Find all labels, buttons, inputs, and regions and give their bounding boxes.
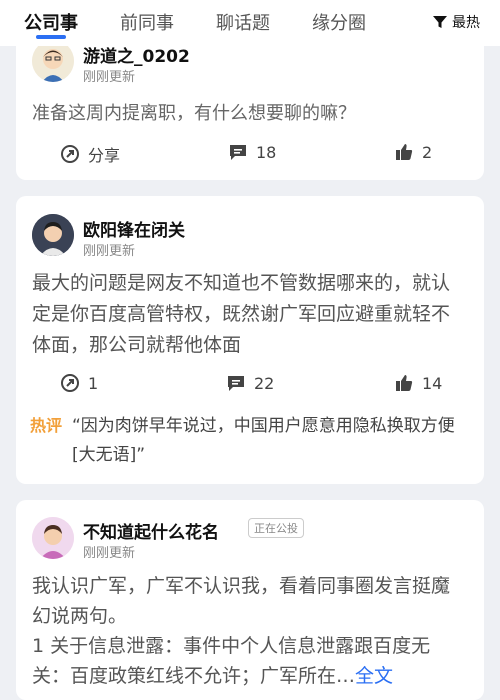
- hot-comment-label: 热评: [30, 416, 63, 435]
- thumbs-up-icon: [396, 375, 413, 391]
- post-content[interactable]: 我认识广军，广军不认识我，看着同事圈发言挺魔幻说两句。 1 关于信息泄露：事件中…: [32, 571, 468, 691]
- post-card[interactable]: 欧阳锋在闭关 刚刚更新 最大的问题是网友不知道也不管数据哪来的，就认定是你百度高…: [16, 196, 484, 484]
- post-username[interactable]: 欧阳锋在闭关: [83, 216, 185, 241]
- post-username[interactable]: 不知道起什么花名: [83, 518, 219, 543]
- comment-icon: [228, 376, 244, 391]
- tab-fate-circle[interactable]: 缘分圈: [312, 9, 366, 35]
- avatar[interactable]: [32, 517, 74, 559]
- sort-label: 最热: [452, 15, 480, 31]
- share-button[interactable]: 1: [60, 373, 98, 393]
- thumbs-up-icon: [396, 144, 413, 160]
- like-button[interactable]: 2: [394, 142, 432, 162]
- like-button[interactable]: 14: [394, 373, 442, 393]
- sort-button[interactable]: 最热: [432, 12, 480, 32]
- share-icon: [61, 374, 79, 392]
- avatar-illustration: [32, 214, 74, 256]
- tab-company[interactable]: 公司事: [24, 9, 78, 35]
- like-count: 2: [422, 142, 433, 162]
- avatar-illustration: [32, 517, 74, 559]
- comment-icon: [230, 145, 246, 160]
- tab-topics[interactable]: 聊话题: [216, 9, 270, 35]
- filter-icon: [433, 16, 447, 28]
- share-button[interactable]: 分享: [60, 142, 120, 166]
- status-badge: 正在公投: [248, 518, 304, 538]
- share-count: 1: [88, 373, 99, 393]
- post-time: 刚刚更新: [83, 244, 136, 259]
- post-card[interactable]: 游道之_0202 刚刚更新 准备这周内提离职，有什么想要聊的嘛？ 分享 18 2: [16, 32, 484, 180]
- comment-count: 22: [254, 373, 275, 393]
- comment-button[interactable]: 18: [228, 142, 276, 162]
- post-content-line: 1 关于信息泄露：事件中个人信息泄露跟百度无关：百度政策红线不允许；广军所在…全…: [32, 631, 468, 691]
- avatar[interactable]: [32, 214, 74, 256]
- top-tab-bar: 公司事 前同事 聊话题 缘分圈 最热: [0, 0, 500, 46]
- expand-full-text-link[interactable]: 全文: [355, 665, 393, 687]
- comment-count: 18: [256, 142, 277, 162]
- hot-comment[interactable]: 热评 “因为肉饼早年说过，中国用户愿意用隐私换取方便[大无语]”: [30, 412, 472, 470]
- like-count: 14: [422, 373, 443, 393]
- post-content[interactable]: 最大的问题是网友不知道也不管数据哪来的，就认定是你百度高管特权，既然谢广军回应避…: [32, 268, 468, 361]
- comment-button[interactable]: 22: [226, 373, 274, 393]
- post-card[interactable]: 不知道起什么花名 正在公投 刚刚更新 我认识广军，广军不认识我，看着同事圈发言挺…: [16, 500, 484, 700]
- post-content[interactable]: 准备这周内提离职，有什么想要聊的嘛？: [32, 98, 468, 129]
- post-content-line: 我认识广军，广军不认识我，看着同事圈发言挺魔幻说两句。: [32, 575, 451, 627]
- tab-former-colleagues[interactable]: 前同事: [120, 9, 174, 35]
- post-time: 刚刚更新: [83, 546, 136, 561]
- post-time: 刚刚更新: [83, 70, 136, 85]
- share-label: 分享: [88, 146, 121, 165]
- avatar[interactable]: [32, 40, 74, 82]
- share-icon: [61, 145, 79, 163]
- active-tab-indicator: [36, 35, 66, 39]
- avatar-illustration: [32, 40, 74, 82]
- hot-comment-text: “因为肉饼早年说过，中国用户愿意用隐私换取方便[大无语]”: [72, 416, 455, 465]
